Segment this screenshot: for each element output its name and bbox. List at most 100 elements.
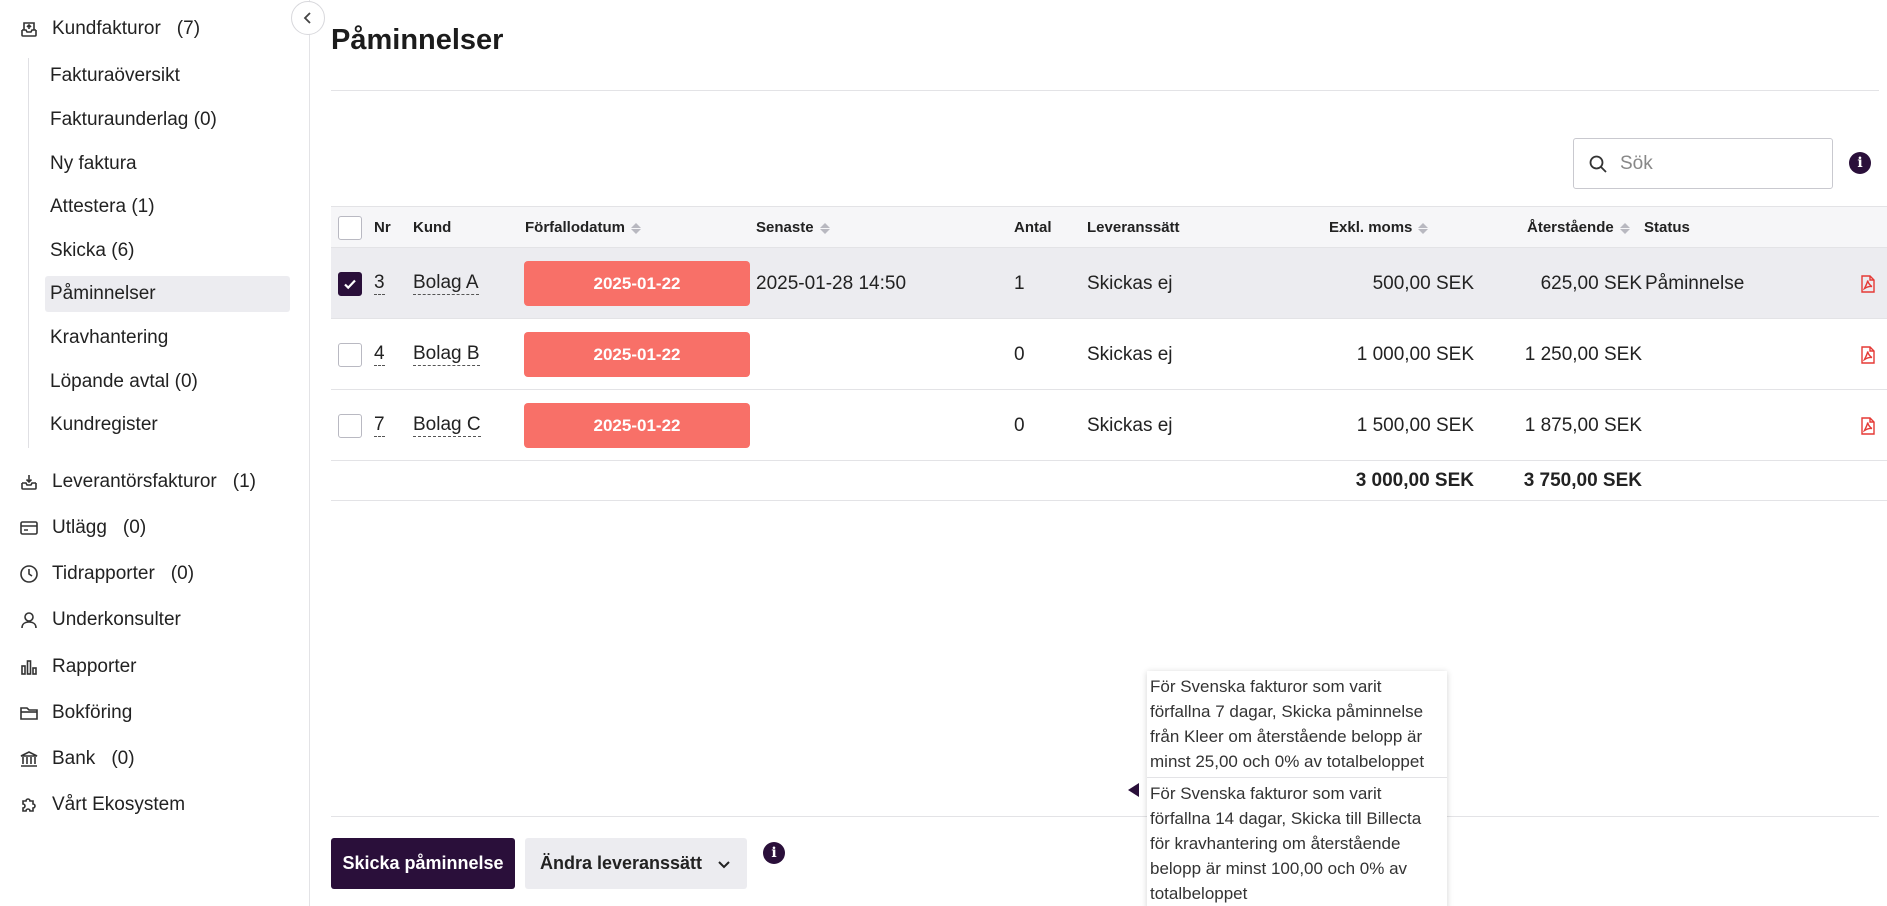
due-date-badge: 2025-01-22 — [524, 261, 750, 306]
info-icon[interactable]: i — [1849, 152, 1871, 174]
sidebar-item-leverantorsfakturor[interactable]: Leverantörsfakturor (1) — [18, 466, 256, 498]
invoice-number-link[interactable]: 7 — [374, 414, 385, 437]
header-forfallodatum[interactable]: Förfallodatum — [525, 207, 641, 249]
header-leveranssatt[interactable]: Leveranssätt — [1087, 207, 1180, 249]
collapse-sidebar-button[interactable] — [291, 1, 325, 35]
sidebar-item-rapporter[interactable]: Rapporter — [18, 651, 137, 683]
user-icon — [18, 609, 40, 631]
sidebar-item-count: (0) — [111, 748, 135, 769]
sidebar-item-count: (0) — [122, 517, 147, 538]
row-checkbox[interactable] — [338, 271, 362, 296]
totals-row: 3 000,00 SEK 3 750,00 SEK — [331, 461, 1887, 501]
page-title: Påminnelser — [331, 24, 504, 56]
header-kund[interactable]: Kund — [413, 207, 451, 249]
customer-link[interactable]: Bolag A — [413, 272, 479, 295]
sidebar-item-lopande-avtal[interactable]: Löpande avtal (0) — [45, 364, 290, 400]
header-antal[interactable]: Antal — [1014, 207, 1052, 249]
search-icon — [1589, 155, 1607, 173]
sidebar-item-label: Utlägg — [52, 517, 107, 538]
send-reminder-button[interactable]: Skicka påminnelse — [331, 838, 515, 889]
customer-link[interactable]: Bolag B — [413, 343, 480, 366]
sidebar-item-utlagg[interactable]: Utlägg (0) — [18, 512, 146, 544]
header-label: Förfallodatum — [525, 219, 625, 236]
tooltip-rule: För Svenska fakturor som varit förfallna… — [1150, 677, 1425, 771]
sidebar-item-label: Bank — [52, 748, 96, 769]
header-label: Återstående — [1527, 219, 1614, 236]
sidebar-item-underkonsulter[interactable]: Underkonsulter — [18, 604, 181, 636]
tooltip-arrow — [1128, 783, 1139, 797]
sidebar: Kundfakturor (7) Fakturaöversikt Faktura… — [0, 0, 325, 906]
remaining-cell: 625,00 SEK — [1540, 272, 1642, 294]
sidebar-item-label: Tidrapporter — [52, 563, 155, 584]
pdf-icon[interactable] — [1860, 416, 1876, 435]
sidebar-item-fakturaoversikt[interactable]: Fakturaöversikt — [45, 58, 290, 94]
invoice-number-link[interactable]: 4 — [374, 343, 385, 366]
sidebar-item-label: Underkonsulter — [52, 609, 181, 630]
sidebar-item-count: (1) — [232, 471, 256, 492]
row-checkbox[interactable] — [338, 342, 362, 367]
search-field[interactable] — [1573, 138, 1833, 189]
info-icon[interactable]: i — [763, 842, 785, 864]
header-nr[interactable]: Nr — [374, 207, 391, 249]
sidebar-item-attestera[interactable]: Attestera (1) — [45, 189, 290, 225]
due-date-badge: 2025-01-22 — [524, 332, 750, 377]
inbox-download-icon — [18, 471, 40, 493]
sort-icon — [819, 222, 830, 234]
chevron-left-icon — [303, 12, 311, 24]
header-aterstaende[interactable]: Återstående — [1527, 207, 1630, 249]
sidebar-item-bokforing[interactable]: Bokföring — [18, 697, 132, 729]
sidebar-item-label: Bokföring — [52, 702, 133, 723]
search-input[interactable] — [1620, 152, 1800, 175]
count-cell: 1 — [1014, 272, 1025, 294]
sidebar-item-label: Vårt Ekosystem — [52, 794, 186, 815]
header-status[interactable]: Status — [1644, 207, 1690, 249]
change-delivery-method-button[interactable]: Ändra leveranssätt — [525, 838, 747, 889]
status-cell: Påminnelse — [1645, 272, 1745, 294]
main-content: Påminnelser i Nr Kund Förfallodatum Sena… — [331, 0, 1887, 906]
count-cell: 0 — [1014, 414, 1025, 436]
delivery-method-cell: Skickas ej — [1087, 414, 1173, 436]
sidebar-item-count: (0) — [170, 563, 195, 584]
remaining-cell: 1 250,00 SEK — [1524, 343, 1642, 365]
chevron-down-icon — [718, 860, 730, 868]
sort-icon — [631, 222, 641, 234]
pdf-icon[interactable] — [1860, 274, 1876, 293]
puzzle-icon — [18, 794, 40, 816]
divider — [331, 816, 1879, 817]
total-remaining: 3 750,00 SEK — [1523, 470, 1642, 491]
sidebar-item-kravhantering[interactable]: Kravhantering — [45, 320, 290, 356]
header-exkl-moms[interactable]: Exkl. moms — [1329, 207, 1429, 249]
sidebar-item-paminnelser[interactable]: Påminnelser — [45, 276, 290, 312]
pdf-icon[interactable] — [1860, 345, 1876, 364]
remaining-cell: 1 875,00 SEK — [1524, 414, 1642, 436]
sidebar-item-fakturaunderlag[interactable]: Fakturaunderlag (0) — [45, 102, 290, 138]
divider — [331, 90, 1879, 91]
inbox-upload-icon — [18, 18, 40, 40]
sidebar-item-kundfakturor[interactable]: Kundfakturor (7) — [18, 13, 200, 45]
table-row[interactable]: 7 Bolag C 2025-01-22 0 Skickas ej 1 500,… — [331, 390, 1887, 461]
invoice-number-link[interactable]: 3 — [374, 272, 385, 295]
header-senaste[interactable]: Senaste — [756, 207, 830, 249]
sidebar-item-label: Kundfakturor — [52, 18, 161, 39]
table-header: Nr Kund Förfallodatum Senaste Antal Leve… — [331, 206, 1887, 248]
latest-cell: 2025-01-28 14:50 — [756, 272, 907, 294]
kundfakturor-subnav: Fakturaöversikt Fakturaunderlag (0) Ny f… — [28, 58, 290, 448]
sidebar-item-count: (7) — [176, 18, 201, 39]
sidebar-item-kundregister[interactable]: Kundregister — [45, 407, 290, 443]
sidebar-item-skicka[interactable]: Skicka (6) — [45, 233, 290, 269]
customer-link[interactable]: Bolag C — [413, 414, 481, 437]
checkmark-icon — [344, 279, 356, 289]
sidebar-item-bank[interactable]: Bank (0) — [18, 743, 135, 775]
table-row[interactable]: 3 Bolag A 2025-01-22 2025-01-28 14:50 1 … — [331, 248, 1887, 319]
select-all-checkbox[interactable] — [338, 216, 362, 240]
sidebar-item-ny-faktura[interactable]: Ny faktura — [45, 146, 290, 182]
sort-icon — [1619, 222, 1630, 234]
sidebar-item-tidrapporter[interactable]: Tidrapporter (0) — [18, 558, 194, 590]
row-checkbox[interactable] — [338, 413, 362, 438]
button-label: Ändra leveranssätt — [539, 853, 703, 873]
header-label: Exkl. moms — [1329, 219, 1413, 236]
sidebar-item-label: Rapporter — [52, 656, 137, 677]
table-row[interactable]: 4 Bolag B 2025-01-22 0 Skickas ej 1 000,… — [331, 319, 1887, 390]
sidebar-item-vart-ekosystem[interactable]: Vårt Ekosystem — [18, 789, 185, 821]
tooltip-rule: För Svenska fakturor som varit förfallna… — [1147, 777, 1447, 906]
